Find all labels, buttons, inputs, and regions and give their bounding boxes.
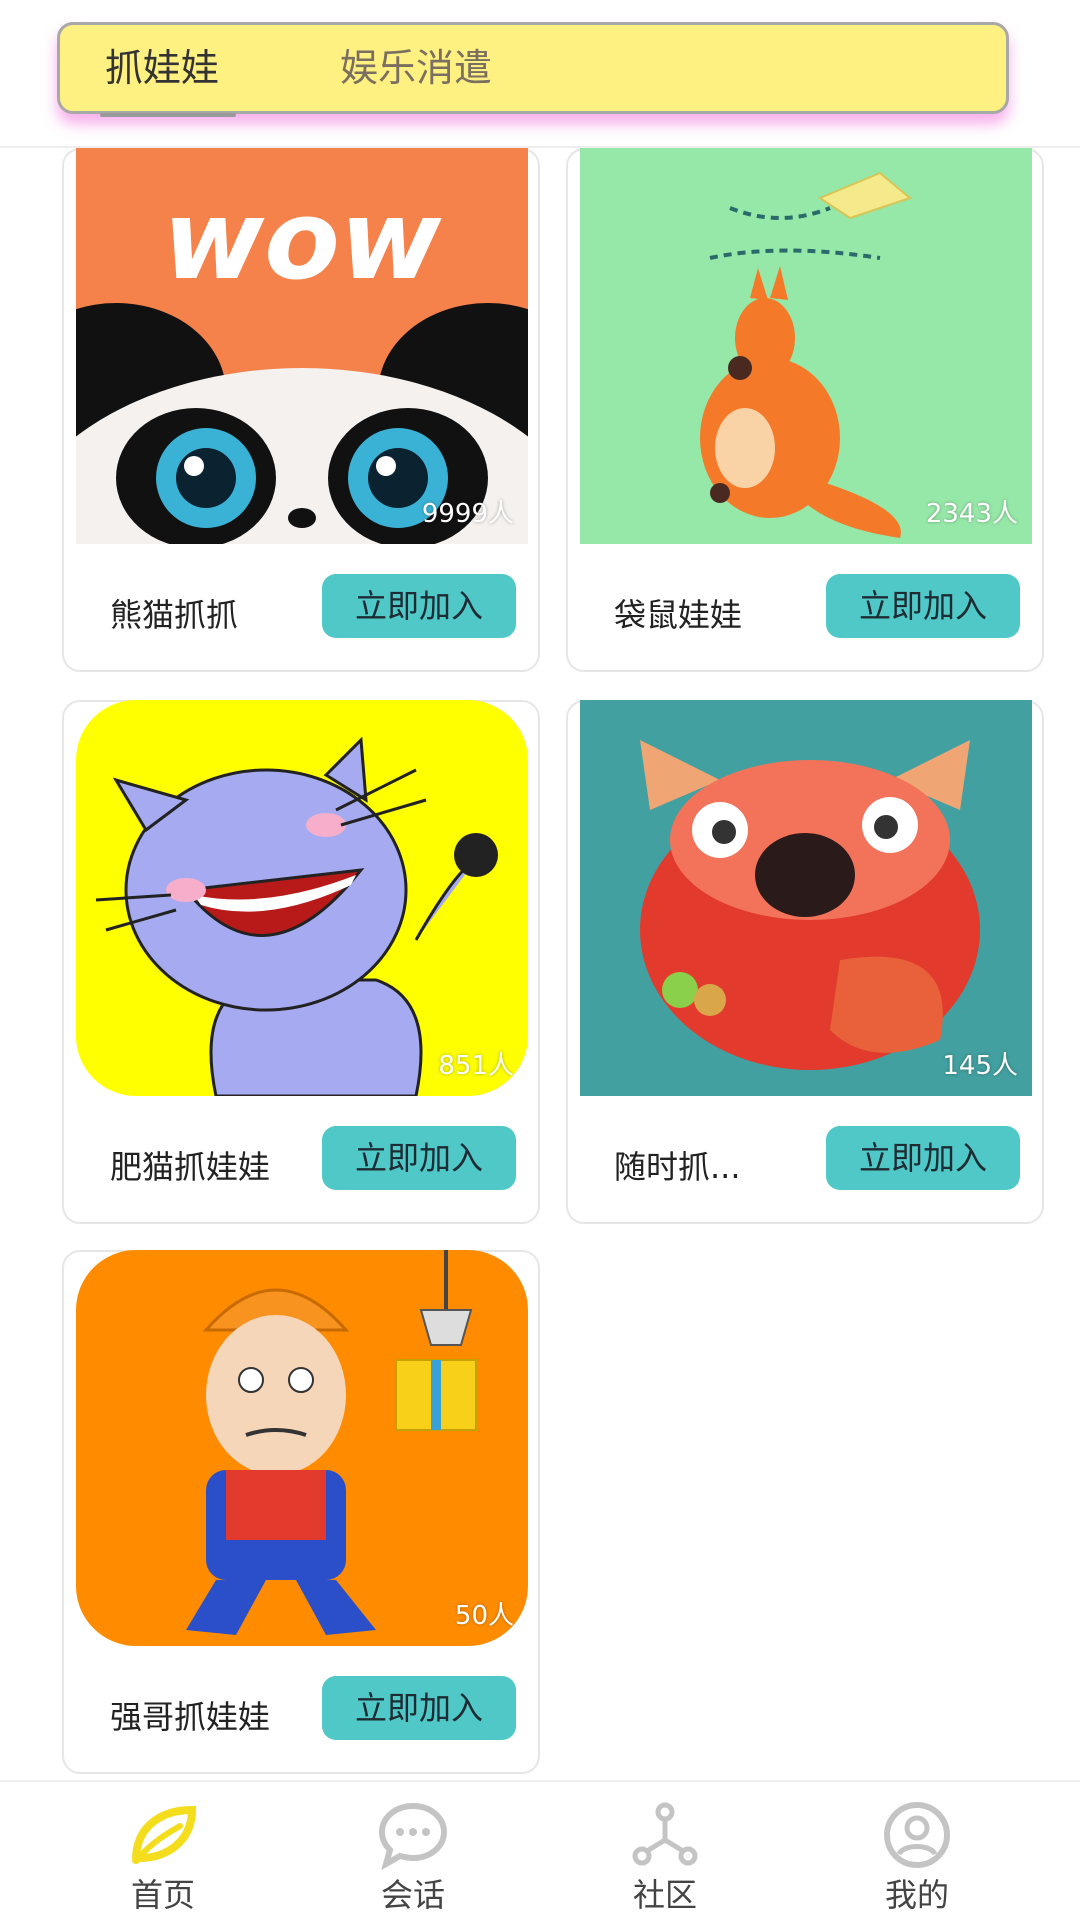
nav-item-community[interactable]: 社区 (590, 1782, 740, 1922)
profile-icon (884, 1802, 950, 1868)
nav-label: 首页 (130, 1876, 195, 1914)
participant-count: 50人 (454, 1601, 514, 1631)
participant-count: 2343人 (925, 499, 1018, 529)
room-card[interactable]: 851人 肥猫抓娃娃 立即加入 (62, 700, 540, 1224)
card-title: 熊猫抓抓 (110, 596, 239, 634)
join-now-button[interactable]: 立即加入 (826, 574, 1020, 638)
participant-count: 145人 (942, 1051, 1018, 1081)
nav-item-chat[interactable]: 会话 (338, 1782, 488, 1922)
nav-label: 会话 (380, 1876, 445, 1914)
room-card[interactable]: 2343人 袋鼠娃娃 立即加入 (566, 148, 1044, 672)
home-leaf-icon (132, 1805, 197, 1864)
card-title: 随时抓... (614, 1148, 741, 1186)
red-fox-image: 145人 (580, 700, 1032, 1096)
bottom-nav: 首页 会话 社区 我的 (0, 1780, 1080, 1922)
kangaroo-kite-image: 2343人 (580, 148, 1032, 544)
room-card[interactable]: 145人 随时抓... 立即加入 (566, 700, 1044, 1224)
card-title: 强哥抓娃娃 (110, 1698, 271, 1736)
join-now-button[interactable]: 立即加入 (826, 1126, 1020, 1190)
panda-wow-image: wow 9999人 (76, 148, 528, 544)
join-now-button[interactable]: 立即加入 (322, 1676, 516, 1740)
chat-bubble-icon (378, 1802, 448, 1870)
tab-entertainment[interactable]: 娱乐消遣 (340, 25, 492, 111)
nav-label: 社区 (632, 1876, 697, 1914)
participant-count: 851人 (438, 1051, 514, 1081)
join-now-button[interactable]: 立即加入 (322, 574, 516, 638)
card-title: 袋鼠娃娃 (614, 596, 743, 634)
nav-label: 我的 (884, 1876, 949, 1914)
room-card[interactable]: 50人 强哥抓娃娃 立即加入 (62, 1250, 540, 1774)
tab-claw-machine[interactable]: 抓娃娃 (105, 25, 219, 111)
room-card[interactable]: wow 9999人 熊猫抓抓 立即加入 (62, 148, 540, 672)
active-tab-indicator (100, 113, 236, 117)
nav-item-profile[interactable]: 我的 (842, 1782, 992, 1922)
participant-count: 9999人 (421, 499, 514, 529)
community-nodes-icon (632, 1802, 698, 1866)
header: 抓娃娃 娱乐消遣 (0, 0, 1080, 148)
card-title: 肥猫抓娃娃 (110, 1148, 271, 1186)
tab-bar: 抓娃娃 娱乐消遣 (57, 22, 1009, 117)
join-now-button[interactable]: 立即加入 (322, 1126, 516, 1190)
svg-text:wow: wow (163, 176, 442, 304)
nav-item-home[interactable]: 首页 (88, 1782, 238, 1922)
laughing-cat-image: 851人 (76, 700, 528, 1096)
man-with-gift-image: 50人 (76, 1250, 528, 1646)
